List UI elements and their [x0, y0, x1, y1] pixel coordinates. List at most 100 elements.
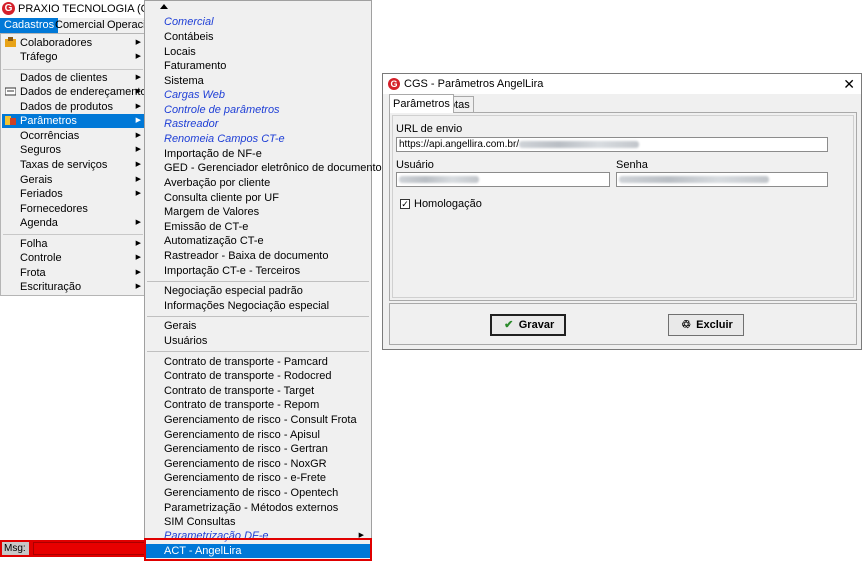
menu-item-colaboradores[interactable]: Colaboradores ▶ — [2, 36, 144, 50]
excluir-button[interactable]: ♲ Excluir — [668, 314, 744, 336]
checkmark-icon: ✔ — [504, 319, 514, 331]
menu-item-label: Controle — [20, 252, 62, 264]
homologacao-checkbox[interactable]: ✓ — [400, 199, 410, 209]
submenu-item-label: Margem de Valores — [164, 206, 260, 218]
submenu-item-informacoes-negociacao[interactable]: Informações Negociação especial — [146, 299, 370, 313]
usuario-input[interactable] — [396, 172, 610, 187]
submenu-item-label: Contábeis — [164, 31, 214, 43]
submenu-item-comercial[interactable]: Comercial — [146, 15, 370, 29]
menu-item-trafego[interactable]: Tráfego ▶ — [2, 50, 144, 64]
submenu-item-importacao-nfe[interactable]: Importação de NF-e — [146, 147, 370, 161]
submenu-item-consulta-cliente-uf[interactable]: Consulta cliente por UF — [146, 191, 370, 205]
submenu-arrow-icon: ▶ — [135, 132, 141, 139]
menu-item-feriados[interactable]: Feriados ▶ — [2, 187, 144, 201]
menu-item-gerais[interactable]: Gerais ▶ — [2, 173, 144, 187]
submenu-item-risco-consult-frota[interactable]: Gerenciamento de risco - Consult Frota — [146, 413, 370, 427]
menu-item-label: Gerais — [20, 174, 53, 186]
submenu-item-label: Contrato de transporte - Pamcard — [164, 356, 328, 368]
submenu-item-risco-gertran[interactable]: Gerenciamento de risco - Gertran — [146, 442, 370, 456]
gravar-label: Gravar — [518, 319, 555, 331]
tab-parametros[interactable]: Parâmetros — [389, 94, 454, 113]
submenu-item-ged[interactable]: GED - Gerenciador eletrônico de document… — [146, 161, 387, 175]
dialog-title: CGS - Parâmetros AngelLira — [404, 78, 544, 90]
menu-item-dados-clientes[interactable]: Dados de clientes ▶ — [2, 71, 144, 85]
redacted-blur — [619, 175, 769, 183]
menu-item-agenda[interactable]: Agenda ▶ — [2, 216, 144, 230]
status-msg-label: Msg: — [2, 542, 29, 555]
menu-separator — [147, 351, 369, 352]
submenu-item-controle-parametros[interactable]: Controle de parâmetros — [146, 103, 370, 117]
submenu-item-contrato-target[interactable]: Contrato de transporte - Target — [146, 384, 370, 398]
submenu-item-locais[interactable]: Locais — [146, 45, 370, 59]
menu-item-label: Tráfego — [20, 51, 58, 63]
trash-icon: ♲ — [681, 319, 692, 331]
submenu-item-renomeia-campos-cte[interactable]: Renomeia Campos CT-e — [146, 132, 370, 146]
submenu-item-margem-valores[interactable]: Margem de Valores — [146, 205, 370, 219]
menu-item-label: Folha — [20, 238, 48, 250]
menu-item-fornecedores[interactable]: Fornecedores — [2, 202, 144, 216]
submenu-item-label: Averbação por cliente — [164, 177, 271, 189]
submenu-arrow-icon: ▶ — [135, 161, 141, 168]
menu-item-dados-enderecamento[interactable]: Dados de endereçamento ▶ — [2, 85, 147, 99]
submenu-item-cargas-web[interactable]: Cargas Web — [146, 88, 370, 102]
submenu-item-label: Emissão de CT-e — [164, 221, 249, 233]
submenu-arrow-icon: ▶ — [135, 88, 141, 95]
submenu-item-label: Automatização CT-e — [164, 235, 264, 247]
submenu-item-negociacao-padrao[interactable]: Negociação especial padrão — [146, 284, 370, 298]
submenu-item-risco-opentech[interactable]: Gerenciamento de risco - Opentech — [146, 486, 370, 500]
submenu-item-contabeis[interactable]: Contábeis — [146, 30, 370, 44]
submenu-item-emissao-cte[interactable]: Emissão de CT-e — [146, 220, 370, 234]
menu-item-label: Feriados — [20, 188, 63, 200]
submenu-item-label: GED - Gerenciador eletrônico de document… — [164, 162, 388, 174]
menu-item-dados-produtos[interactable]: Dados de produtos ▶ — [2, 100, 144, 114]
submenu-item-label: Gerais — [164, 320, 197, 332]
menu-item-folha[interactable]: Folha ▶ — [2, 237, 144, 251]
submenu-item-label: Locais — [164, 46, 196, 58]
menu-item-label: Escrituração — [20, 281, 82, 293]
submenu-item-automatizacao-cte[interactable]: Automatização CT-e — [146, 234, 370, 248]
submenu-item-usuarios[interactable]: Usuários — [146, 334, 370, 348]
submenu-item-label: Consulta cliente por UF — [164, 192, 279, 204]
menu-item-frota[interactable]: Frota ▶ — [2, 266, 144, 280]
menu-item-taxas-servicos[interactable]: Taxas de serviços ▶ — [2, 158, 144, 172]
menu-item-parametros[interactable]: Parâmetros ▶ — [2, 114, 144, 128]
praxio-logo-icon: G — [388, 78, 400, 90]
menu-separator — [3, 234, 143, 235]
submenu-item-label: Gerenciamento de risco - Apisul — [164, 429, 320, 441]
gravar-button[interactable]: ✔ Gravar — [490, 314, 566, 336]
menu-item-seguros[interactable]: Seguros ▶ — [2, 143, 144, 157]
submenu-item-contrato-pamcard[interactable]: Contrato de transporte - Pamcard — [146, 355, 370, 369]
submenu-item-risco-apisul[interactable]: Gerenciamento de risco - Apisul — [146, 428, 370, 442]
submenu-item-metodos-externos[interactable]: Parametrização - Métodos externos — [146, 501, 370, 515]
submenu-item-label: Importação de NF-e — [164, 148, 262, 160]
submenu-item-importacao-cte-terceiros[interactable]: Importação CT-e - Terceiros — [146, 264, 370, 278]
close-icon[interactable]: ✕ — [843, 75, 855, 93]
submenu-item-faturamento[interactable]: Faturamento — [146, 59, 370, 73]
submenu-arrow-icon: ▶ — [135, 39, 141, 46]
senha-input[interactable] — [616, 172, 828, 187]
submenu-item-contrato-rodocred[interactable]: Contrato de transporte - Rodocred — [146, 369, 370, 383]
submenu-item-rastreador[interactable]: Rastreador — [146, 117, 370, 131]
menu-item-label: Fornecedores — [20, 203, 88, 215]
menu-item-controle[interactable]: Controle ▶ — [2, 251, 144, 265]
scroll-up-icon[interactable] — [160, 4, 168, 9]
submenu-item-sim-consultas[interactable]: SIM Consultas — [146, 515, 370, 529]
submenu-item-risco-noxgr[interactable]: Gerenciamento de risco - NoxGR — [146, 457, 370, 471]
submenu-item-label: Informações Negociação especial — [164, 300, 330, 312]
submenu-item-label: Comercial — [164, 16, 214, 28]
submenu-item-contrato-repom[interactable]: Contrato de transporte - Repom — [146, 398, 370, 412]
url-input[interactable]: https://api.angellira.com.br/ — [396, 137, 828, 152]
submenu-item-rastreador-baixa[interactable]: Rastreador - Baixa de documento — [146, 249, 370, 263]
submenu-item-sistema[interactable]: Sistema — [146, 74, 370, 88]
submenu-item-label: Gerenciamento de risco - Gertran — [164, 443, 328, 455]
menu-comercial[interactable]: Comercial — [51, 18, 109, 33]
submenu-item-averbacao-cliente[interactable]: Averbação por cliente — [146, 176, 370, 190]
submenu-item-risco-efrete[interactable]: Gerenciamento de risco - e-Frete — [146, 471, 370, 485]
homologacao-label: Homologação — [414, 198, 482, 210]
angellira-dialog: G CGS - Parâmetros AngelLira ✕ Parâmetro… — [382, 73, 862, 350]
menu-item-escrituracao[interactable]: Escrituração ▶ — [2, 280, 144, 294]
submenu-item-gerais[interactable]: Gerais — [146, 319, 370, 333]
dialog-title-bar: G CGS - Parâmetros AngelLira ✕ — [383, 74, 861, 94]
menu-cadastros[interactable]: Cadastros — [0, 18, 59, 33]
menu-item-ocorrencias[interactable]: Ocorrências ▶ — [2, 129, 144, 143]
